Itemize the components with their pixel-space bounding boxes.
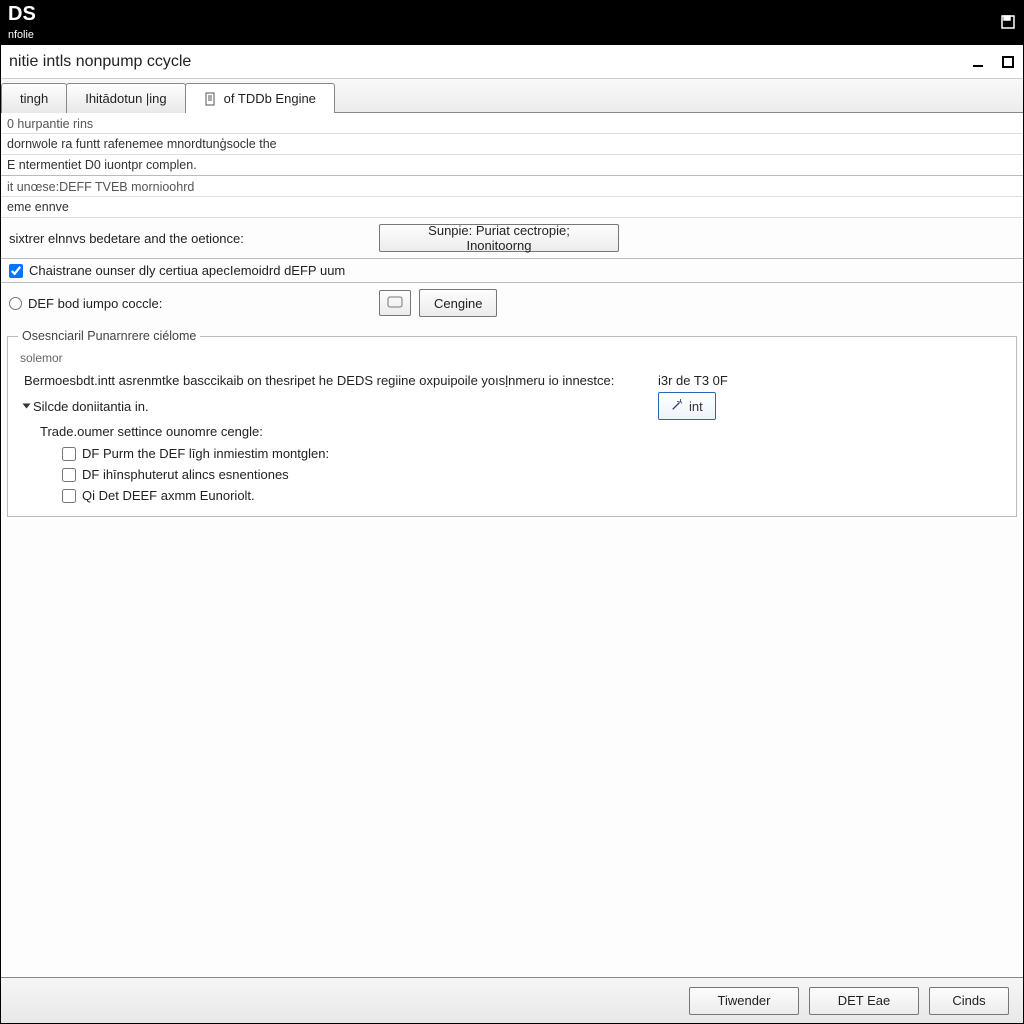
tab-bar: tingh Ihitādotun |ing of TDDb Engine: [1, 79, 1023, 113]
footer-btn-3[interactable]: Cinds: [929, 987, 1009, 1015]
pump-cycle-radio[interactable]: [9, 297, 22, 310]
specimen-check-label: Chaistrane ounser dly certiua apecIemoid…: [29, 263, 345, 278]
trace-opt1-checkbox[interactable]: [62, 447, 76, 461]
engine-button-label: Cengine: [434, 296, 482, 311]
footer-btn-2[interactable]: DET Eae: [809, 987, 919, 1015]
tab-engine[interactable]: of TDDb Engine: [185, 83, 335, 113]
disclosure-label: Silcde doniitantia in.: [33, 399, 149, 414]
maximize-button[interactable]: [1001, 55, 1015, 69]
tab-settings[interactable]: tingh: [1, 83, 67, 113]
window-controls: [971, 55, 1015, 69]
section-1-line1: dornwole ra funtt rafenemee mnordtunģsoc…: [1, 134, 1023, 155]
monitoring-label: sixtrer elnnvs bedetare and the oetionce…: [9, 231, 369, 246]
preview-button[interactable]: [379, 290, 411, 316]
window-title: nitie intls nonpump ccycle: [9, 53, 191, 71]
document-icon: [204, 92, 218, 106]
tab-label: Ihitādotun |ing: [85, 91, 166, 106]
app-brand: DS nfolie: [8, 3, 36, 41]
section-2-sub: eme ennve: [1, 197, 1023, 218]
parameters-subhead: solemor: [18, 349, 1006, 369]
trace-opt3-checkbox[interactable]: [62, 489, 76, 503]
tab-label: of TDDb Engine: [224, 91, 316, 106]
footer-btn-1-label: Tiwender: [718, 993, 771, 1008]
trace-header: Trade.oumer settince ounomre cengle:: [40, 420, 1006, 443]
main-window: nitie intls nonpump ccycle tingh Ihitādo…: [0, 44, 1024, 1024]
engine-button[interactable]: Cengine: [419, 289, 497, 317]
trace-opt2-checkbox[interactable]: [62, 468, 76, 482]
parameters-legend: Osesnciaril Punarnrere ciélome: [18, 329, 200, 343]
wand-icon: [671, 399, 683, 414]
init-button-label: int: [689, 399, 703, 414]
chevron-down-icon: [23, 404, 31, 409]
brand-text: DS: [8, 3, 36, 26]
trace-opt2-label: DF ihīnsphuterut alincs esnentiones: [82, 467, 289, 482]
pump-cycle-label: DEF bod iumpo coccle:: [28, 296, 162, 311]
section-1-header: 0 hurpantie rins: [1, 113, 1023, 134]
trace-opt-row: Qi Det DEEF axmm Eunoriolt.: [62, 485, 1006, 506]
parameters-desc: Bermoesbdt.intt asrenmtke basccikaib on …: [18, 369, 638, 392]
tab-initiation[interactable]: Ihitādotun |ing: [66, 83, 185, 113]
window-titlebar: nitie intls nonpump ccycle: [1, 45, 1023, 79]
preview-icon: [387, 296, 403, 311]
readout-value: i3r de T3 0F: [658, 373, 728, 388]
specimen-check-row: Chaistrane ounser dly certiua apecIemoid…: [1, 259, 1023, 282]
minimize-button[interactable]: [971, 55, 985, 69]
monitoring-select-button[interactable]: Sunpie: Puriat cectropie; Inonitoorng: [379, 224, 619, 252]
footer-btn-3-label: Cinds: [952, 993, 985, 1008]
pump-cycle-row: DEF bod iumpo coccle: Cengine: [1, 283, 1023, 323]
section-1-line2: E ntermentiet D0 iuontpr complen.: [1, 155, 1023, 175]
disclosure-toggle[interactable]: Silcde doniitantia in.: [18, 395, 638, 418]
trace-opt-row: DF ihīnsphuterut alincs esnentiones: [62, 464, 1006, 485]
dialog-footer: Tiwender DET Eae Cinds: [1, 977, 1023, 1023]
trace-options: Trade.oumer settince ounomre cengle: DF …: [18, 420, 1006, 506]
brand-sub: nfolie: [8, 29, 34, 41]
section-2-header: it unœse:DEFF TVEB mornioohrd: [1, 176, 1023, 197]
app-titlebar: DS nfolie: [0, 0, 1024, 44]
trace-opt1-label: DF Purm the DEF līgh inmiestim montglen:: [82, 446, 329, 461]
footer-btn-1[interactable]: Tiwender: [689, 987, 799, 1015]
trace-opt3-label: Qi Det DEEF axmm Eunoriolt.: [82, 488, 255, 503]
init-button[interactable]: int: [658, 392, 716, 420]
trace-opt-row: DF Purm the DEF līgh inmiestim montglen:: [62, 443, 1006, 464]
monitoring-row: sixtrer elnnvs bedetare and the oetionce…: [1, 218, 1023, 258]
save-icon[interactable]: [1000, 14, 1016, 30]
parameters-group: Osesnciaril Punarnrere ciélome solemor B…: [7, 329, 1017, 517]
footer-btn-2-label: DET Eae: [838, 993, 891, 1008]
monitoring-select-label: Sunpie: Puriat cectropie; Inonitoorng: [394, 223, 604, 253]
panel-body: 0 hurpantie rins dornwole ra funtt rafen…: [1, 113, 1023, 977]
specimen-checkbox[interactable]: [9, 264, 23, 278]
tab-label: tingh: [20, 91, 48, 106]
